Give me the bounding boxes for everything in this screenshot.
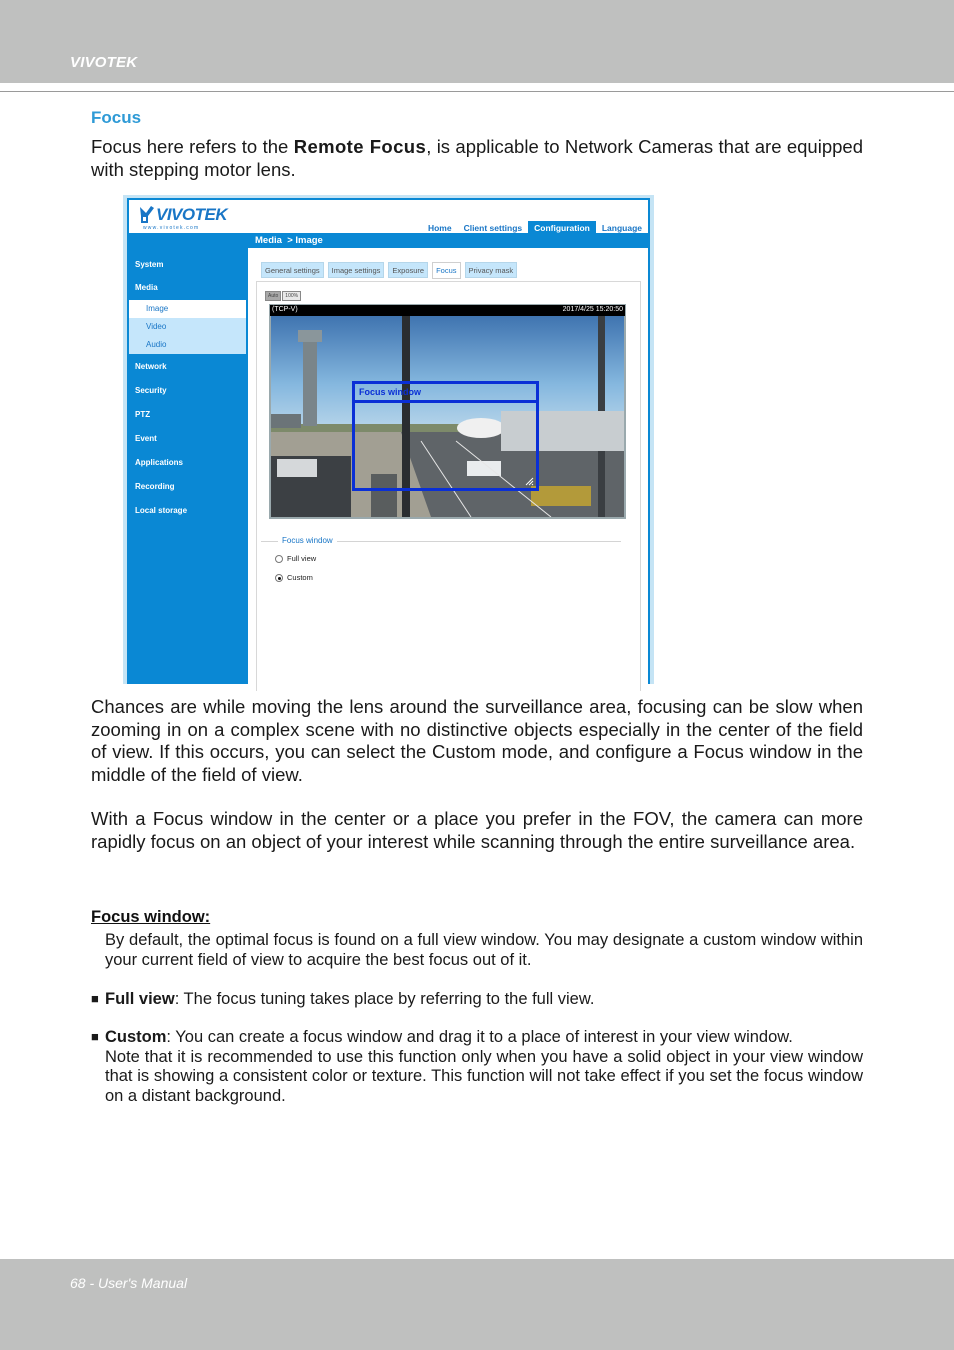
- sidebar-item-security[interactable]: Security: [135, 386, 167, 395]
- radio-custom-input[interactable]: [275, 573, 283, 582]
- resize-handle-icon[interactable]: [524, 476, 534, 486]
- video-caption-bar: (TCP-V) 2017/4/25 15:20:50: [270, 305, 625, 316]
- page-number: 68 - User's Manual: [70, 1275, 188, 1291]
- focus-window-header[interactable]: Focus window: [355, 384, 536, 403]
- intro-text: Focus here refers to the: [91, 136, 294, 157]
- auto-size-button[interactable]: Auto: [265, 291, 282, 301]
- breadcrumb-bar: Media > Image: [129, 233, 648, 248]
- page-footer: 68 - User's Manual: [0, 1259, 954, 1350]
- section-title: Focus: [91, 108, 142, 127]
- sidebar-item-local-storage[interactable]: Local storage: [135, 506, 187, 515]
- full-view-description: ■ Full view: The focus tuning takes place…: [91, 989, 863, 1010]
- radio-full-view-label: Full view: [287, 554, 317, 563]
- page-header: VIVOTEK: [0, 0, 954, 83]
- focus-window-label: Focus window: [359, 387, 421, 397]
- focus-window-benefit-paragraph: With a Focus window in the center or a p…: [91, 808, 863, 852]
- tab-general-settings[interactable]: General settings: [261, 262, 324, 278]
- radio-custom-label: Custom: [287, 573, 313, 582]
- header-divider: [0, 91, 954, 92]
- radio-full-view-input[interactable]: [275, 554, 283, 563]
- camera-ui-topbar: VIVOTEK www.vivotek.com Home Client sett…: [129, 200, 648, 235]
- sidebar-item-system[interactable]: System: [135, 260, 163, 269]
- full-view-term: Full view: [105, 990, 175, 1008]
- sidebar-sub-video[interactable]: Video: [129, 318, 246, 336]
- image-tabs: General settings Image settings Exposure…: [261, 262, 518, 279]
- focus-window-legend: Focus window: [278, 536, 337, 545]
- sidebar-item-ptz[interactable]: PTZ: [135, 410, 150, 419]
- camera-logo-icon: [140, 206, 154, 223]
- default-focus-paragraph: By default, the optimal focus is found o…: [105, 931, 863, 969]
- sidebar-item-event[interactable]: Event: [135, 434, 157, 443]
- custom-text-rest: Note that it is recommended to use this …: [105, 1047, 863, 1105]
- zoom-100-button[interactable]: 100%: [282, 291, 302, 301]
- focus-window-subtitle: Focus window:: [91, 908, 211, 926]
- sidebar-item-media[interactable]: Media: [135, 283, 158, 292]
- custom-description: ■ Custom: You can create a focus window a…: [91, 1027, 863, 1106]
- tab-exposure[interactable]: Exposure: [388, 262, 429, 278]
- tab-image-settings[interactable]: Image settings: [327, 262, 385, 278]
- vivotek-logo[interactable]: VIVOTEK www.vivotek.com: [139, 204, 235, 231]
- camera-ui-frame: VIVOTEK www.vivotek.com Home Client sett…: [127, 198, 650, 691]
- custom-text-first: : You can create a focus window and drag…: [166, 1028, 793, 1046]
- sidebar: System Media Image Video Audio Network S…: [129, 248, 246, 684]
- brand-name: VIVOTEK: [70, 54, 138, 71]
- main-content: General settings Image settings Exposure…: [248, 248, 648, 691]
- intro-bold-term: Remote Focus: [293, 136, 427, 157]
- sidebar-sub-image[interactable]: Image: [129, 300, 246, 318]
- focus-window-box[interactable]: Focus window: [352, 381, 539, 491]
- video-scene: Focus window: [271, 316, 624, 517]
- sidebar-item-recording[interactable]: Recording: [135, 482, 175, 491]
- full-view-text: : The focus tuning takes place by referr…: [174, 990, 595, 1008]
- logo-word: VIVOTEK: [156, 205, 228, 224]
- live-video: (TCP-V) 2017/4/25 15:20:50 Focus window: [269, 304, 626, 519]
- video-timestamp: 2017/4/25 15:20:50: [562, 306, 623, 313]
- radio-custom[interactable]: Custom: [275, 573, 313, 582]
- view-size-buttons: Auto 100%: [265, 291, 302, 301]
- bullet-icon: ■: [91, 991, 99, 1006]
- chances-paragraph: Chances are while moving the lens around…: [91, 696, 863, 786]
- sidebar-sub-audio[interactable]: Audio: [129, 336, 246, 354]
- sidebar-item-applications[interactable]: Applications: [135, 458, 183, 467]
- sidebar-item-network[interactable]: Network: [135, 362, 167, 371]
- tab-privacy-mask[interactable]: Privacy mask: [464, 262, 518, 278]
- camera-ui-screenshot: VIVOTEK www.vivotek.com Home Client sett…: [123, 195, 654, 691]
- breadcrumb: Media > Image: [255, 235, 323, 246]
- video-protocol: (TCP-V): [272, 306, 298, 313]
- custom-term: Custom: [105, 1028, 167, 1046]
- intro-paragraph: Focus here refers to the Remote Focus, i…: [91, 136, 863, 181]
- tab-focus[interactable]: Focus: [432, 262, 461, 279]
- bullet-icon: ■: [91, 1029, 99, 1044]
- radio-full-view[interactable]: Full view: [275, 554, 316, 563]
- logo-url: www.vivotek.com: [143, 225, 200, 231]
